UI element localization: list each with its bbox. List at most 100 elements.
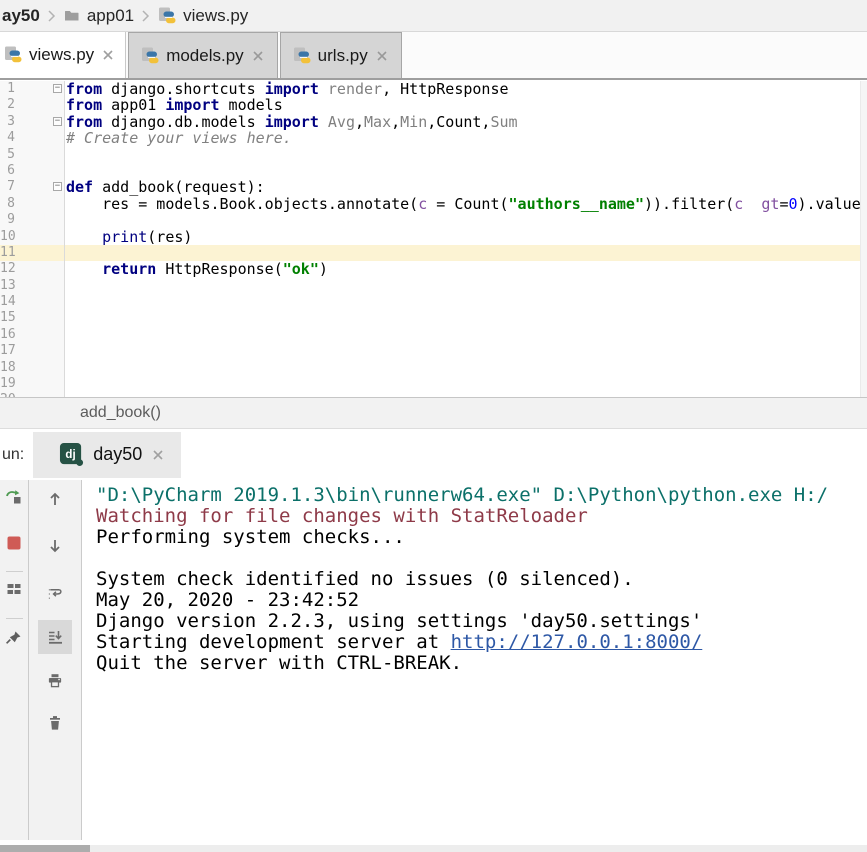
code-token: # Create your views here. xyxy=(66,130,292,146)
line-number: 12 xyxy=(0,261,16,277)
chevron-right-icon xyxy=(141,8,151,24)
code-token: from xyxy=(66,97,102,113)
code-token xyxy=(66,261,102,277)
fold-marker-icon[interactable]: − xyxy=(53,84,62,93)
editor-line: 19 xyxy=(0,376,867,392)
console-text: Starting development server at xyxy=(96,631,451,653)
editor-line: 18 xyxy=(0,360,867,376)
code-token: django.db.models xyxy=(102,114,265,130)
tab-views-py[interactable]: views.py xyxy=(0,32,126,78)
fold-marker-icon[interactable]: − xyxy=(53,117,62,126)
code-token: Sum xyxy=(490,114,517,130)
tab-label: views.py xyxy=(29,45,94,65)
code-token: , xyxy=(391,114,400,130)
code-token: render xyxy=(319,81,382,97)
python-file-icon xyxy=(4,46,22,64)
horizontal-scrollbar[interactable] xyxy=(0,845,867,852)
console-line: May 20, 2020 - 23:42:52 xyxy=(96,590,867,611)
code-line-text xyxy=(64,294,867,310)
editor-scrollbar[interactable] xyxy=(860,81,867,397)
fold-column xyxy=(16,376,64,392)
code-line-text xyxy=(64,278,867,294)
console-line: Quit the server with CTRL-BREAK. xyxy=(96,653,867,674)
close-icon[interactable] xyxy=(101,48,115,62)
stop-icon[interactable] xyxy=(6,535,22,551)
pin-icon[interactable] xyxy=(6,630,22,646)
down-stack-icon[interactable] xyxy=(47,538,63,554)
breadcrumb-package[interactable]: app01 xyxy=(87,6,134,26)
run-tab-day50[interactable]: dj day50 xyxy=(33,432,181,478)
code-token: )).filter( xyxy=(644,196,734,212)
code-line-text xyxy=(64,327,867,343)
code-line-text: # Create your views here. xyxy=(64,130,867,146)
fold-column xyxy=(16,310,64,326)
breadcrumb: ay50 app01 views.py xyxy=(0,0,867,32)
code-line-text xyxy=(64,212,867,228)
soft-wrap-icon[interactable] xyxy=(47,585,63,601)
fold-column xyxy=(16,163,64,179)
console-line: Django version 2.2.3, using settings 'da… xyxy=(96,611,867,632)
up-stack-icon[interactable] xyxy=(47,491,63,507)
fold-column xyxy=(16,196,64,212)
toolbar-separator xyxy=(6,618,23,619)
code-line-text xyxy=(64,360,867,376)
code-token: = Count( xyxy=(436,196,508,212)
line-number: 9 xyxy=(0,212,16,228)
console-line: Watching for file changes with StatReloa… xyxy=(96,506,867,527)
console-output[interactable]: "D:\PyCharm 2019.1.3\bin\runnerw64.exe" … xyxy=(82,480,867,840)
django-icon: dj xyxy=(59,442,84,467)
breadcrumb-file[interactable]: views.py xyxy=(183,6,248,26)
fold-column xyxy=(16,229,64,245)
context-method-label: add_book() xyxy=(80,404,161,422)
clear-all-icon[interactable] xyxy=(47,715,63,731)
console-text: Watching for file changes with StatReloa… xyxy=(96,505,588,527)
code-token: , HttpResponse xyxy=(382,81,508,97)
python-file-icon xyxy=(158,7,176,25)
editor-line: 3−from django.db.models import Avg,Max,M… xyxy=(0,114,867,130)
editor-line: 17 xyxy=(0,343,867,359)
close-icon[interactable] xyxy=(375,49,389,63)
code-editor[interactable]: 1−from django.shortcuts import render, H… xyxy=(0,81,867,397)
line-number: 19 xyxy=(0,376,16,392)
fold-column xyxy=(16,97,64,113)
code-line-text xyxy=(64,376,867,392)
scroll-to-end-icon[interactable] xyxy=(38,620,72,654)
tab-urls-py[interactable]: urls.py xyxy=(280,32,402,78)
tab-label: urls.py xyxy=(318,46,368,66)
editor-line: 13 xyxy=(0,278,867,294)
editor-line: 10 print(res) xyxy=(0,229,867,245)
breadcrumb-project[interactable]: ay50 xyxy=(2,6,40,26)
editor-line: 1−from django.shortcuts import render, H… xyxy=(0,81,867,97)
editor-line: 5 xyxy=(0,147,867,163)
code-line-text: from app01 import models xyxy=(64,97,867,113)
print-icon[interactable] xyxy=(47,672,63,688)
editor-line: 4# Create your views here. xyxy=(0,130,867,146)
line-number: 2 xyxy=(0,97,16,113)
rerun-icon[interactable] xyxy=(6,489,22,505)
restore-layout-icon[interactable] xyxy=(6,581,22,597)
editor-line: 9 xyxy=(0,212,867,228)
editor-line: 16 xyxy=(0,327,867,343)
tab-models-py[interactable]: models.py xyxy=(128,32,277,78)
console-line: Performing system checks... xyxy=(96,527,867,548)
code-line-text: res = models.Book.objects.annotate(c = C… xyxy=(64,196,867,212)
line-number: 17 xyxy=(0,343,16,359)
code-token: def xyxy=(66,179,93,195)
close-icon[interactable] xyxy=(151,448,165,462)
server-url-link[interactable]: http://127.0.0.1:8000/ xyxy=(451,631,703,653)
code-token: ,Count, xyxy=(427,114,490,130)
line-number: 3 xyxy=(0,114,16,130)
close-icon[interactable] xyxy=(251,49,265,63)
code-line-text xyxy=(64,310,867,326)
scrollbar-thumb[interactable] xyxy=(0,845,90,852)
fold-marker-icon[interactable]: − xyxy=(53,182,62,191)
code-line-text xyxy=(64,147,867,163)
fold-column xyxy=(16,278,64,294)
console-text: Quit the server with CTRL-BREAK. xyxy=(96,652,462,674)
editor-line: 2 from app01 import models xyxy=(0,97,867,113)
line-number: 8 xyxy=(0,196,16,212)
run-tab-label: day50 xyxy=(93,444,142,465)
run-panel-header: un: dj day50 xyxy=(0,429,867,480)
code-token: , xyxy=(355,114,364,130)
console-line: "D:\PyCharm 2019.1.3\bin\runnerw64.exe" … xyxy=(96,485,867,506)
